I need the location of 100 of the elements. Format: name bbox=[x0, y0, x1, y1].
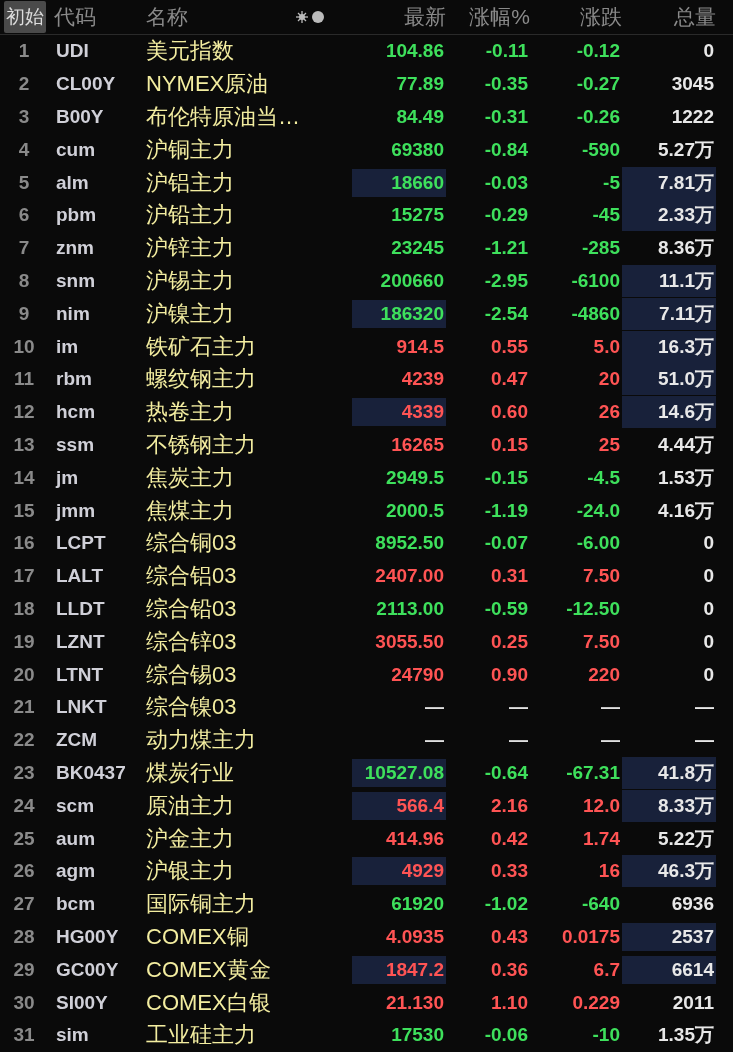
change-cell-text: 5.0 bbox=[592, 334, 621, 359]
volume-cell-text: 0 bbox=[702, 531, 715, 556]
price-cell-text: 2113.00 bbox=[375, 596, 445, 621]
instrument-name: NYMEX原油 bbox=[145, 70, 270, 99]
change-percent-cell-text: 2.16 bbox=[490, 793, 529, 818]
change-percent-cell-text: -1.19 bbox=[483, 498, 529, 523]
row-number: 19 bbox=[12, 630, 36, 653]
volume-cell: 51.0万 bbox=[622, 363, 716, 396]
change-cell-text: -10 bbox=[591, 1023, 621, 1048]
volume-cell-text: 0 bbox=[702, 629, 715, 654]
price-cell: 566.4 bbox=[352, 791, 446, 820]
symbol-code: scm bbox=[55, 794, 96, 817]
row-number: 6 bbox=[17, 204, 31, 227]
instrument-name: 焦煤主力 bbox=[145, 496, 235, 525]
symbol-code: jmm bbox=[54, 499, 97, 522]
change-cell-text: -285 bbox=[580, 236, 621, 261]
column-header[interactable]: 名称 bbox=[146, 3, 188, 31]
change-cell-text: -67.31 bbox=[565, 760, 621, 785]
volume-cell-text: 1.53万 bbox=[657, 465, 715, 490]
symbol-code: GC00Y bbox=[55, 958, 120, 981]
volume-cell-text: 1222 bbox=[670, 105, 715, 129]
change-cell-text: 7.50 bbox=[582, 564, 621, 589]
change-percent-cell-text: 0.43 bbox=[490, 924, 529, 949]
change-cell-text: -24.0 bbox=[575, 498, 621, 523]
price-cell-text: 16265 bbox=[390, 432, 445, 457]
instrument-name: COMEX黄金 bbox=[145, 955, 272, 984]
volume-cell-text: 0 bbox=[702, 596, 715, 621]
change-percent-cell-text: 0.47 bbox=[490, 367, 529, 392]
change-cell-text: 220 bbox=[587, 662, 621, 687]
symbol-code: aum bbox=[55, 827, 97, 850]
column-header[interactable]: 总量 bbox=[622, 3, 716, 31]
change-percent-cell-text: 0.25 bbox=[490, 629, 529, 654]
column-header[interactable]: 最新 bbox=[330, 3, 446, 31]
column-header[interactable]: 涨幅% bbox=[446, 3, 530, 31]
reset-button[interactable]: 初始 bbox=[4, 1, 46, 33]
instrument-name: COMEX白银 bbox=[145, 988, 272, 1017]
instrument-name: 原油主力 bbox=[145, 791, 235, 820]
price-cell-text: 8952.50 bbox=[374, 531, 445, 556]
column-header[interactable]: 涨跌 bbox=[530, 3, 622, 31]
change-cell-text: 6.7 bbox=[592, 957, 621, 982]
row-number: 10 bbox=[12, 335, 36, 358]
change-percent-cell-text: -0.11 bbox=[484, 39, 529, 64]
instrument-name: 美元指数 bbox=[145, 37, 235, 66]
change-cell-text: -0.12 bbox=[575, 39, 621, 64]
row-number: 30 bbox=[12, 991, 36, 1014]
row-number: 5 bbox=[17, 171, 31, 194]
instrument-name: 沪铝主力 bbox=[145, 168, 235, 197]
instrument-name: 沪铅主力 bbox=[145, 201, 235, 230]
instrument-name: 热卷主力 bbox=[145, 398, 235, 427]
row-number: 2 bbox=[17, 73, 31, 96]
symbol-code: ssm bbox=[55, 433, 96, 456]
symbol-code: im bbox=[55, 335, 80, 358]
price-cell-text: 69380 bbox=[390, 137, 445, 162]
change-percent-cell-text: 0.15 bbox=[490, 432, 529, 457]
row-number: 3 bbox=[17, 106, 31, 128]
volume-cell-text: 0 bbox=[702, 662, 715, 687]
sun-dot-icon[interactable] bbox=[296, 10, 326, 24]
change-cell-text: 12.0 bbox=[582, 793, 621, 818]
symbol-code: LZNT bbox=[55, 630, 106, 653]
price-cell-text: 61920 bbox=[390, 892, 445, 917]
instrument-name: 综合铅03 bbox=[145, 594, 238, 623]
price-cell-text: 4.0935 bbox=[384, 924, 445, 949]
change-percent-cell-text: -0.35 bbox=[483, 72, 529, 97]
price-cell-text: 4239 bbox=[400, 367, 445, 392]
instrument-name: 不锈钢主力 bbox=[145, 430, 257, 459]
change-cell-text: -6.00 bbox=[575, 531, 621, 556]
price-cell: 18660 bbox=[352, 168, 446, 197]
price-cell-text: 914.5 bbox=[395, 334, 445, 359]
symbol-code: znm bbox=[55, 237, 95, 260]
row-number: 21 bbox=[12, 696, 36, 719]
instrument-name: 综合镍03 bbox=[145, 693, 238, 722]
symbol-code: UDI bbox=[55, 40, 90, 63]
change-cell-text: -12.50 bbox=[565, 596, 621, 621]
change-cell-text: 7.50 bbox=[582, 629, 621, 654]
change-percent-cell-text: -1.21 bbox=[483, 236, 529, 261]
volume-cell: 2.33万 bbox=[622, 199, 716, 232]
change-cell-text: -6100 bbox=[570, 268, 621, 293]
price-cell-text: 77.89 bbox=[395, 72, 445, 97]
row-number: 31 bbox=[12, 1024, 36, 1047]
instrument-name: 国际铜主力 bbox=[145, 890, 257, 919]
column-header[interactable]: 代码 bbox=[48, 3, 140, 31]
volume-cell: 2537 bbox=[622, 922, 716, 951]
change-cell-text: 25 bbox=[597, 432, 621, 457]
change-cell-text: 26 bbox=[597, 400, 621, 425]
symbol-code: agm bbox=[55, 860, 97, 883]
price-cell-text: 104.86 bbox=[384, 39, 445, 64]
price-cell: 4339 bbox=[352, 398, 446, 427]
change-percent-cell-text: 0.90 bbox=[490, 662, 529, 687]
change-percent-cell-text: -2.95 bbox=[483, 268, 529, 293]
volume-cell-text: 0 bbox=[702, 39, 715, 64]
change-percent-cell-text: -0.31 bbox=[483, 105, 529, 129]
symbol-code: LCPT bbox=[55, 532, 107, 555]
row-number: 13 bbox=[12, 433, 36, 456]
change-cell-text: 0.229 bbox=[571, 990, 621, 1015]
price-cell-text: 21.130 bbox=[384, 990, 445, 1015]
volume-cell-text: 4.16万 bbox=[657, 498, 715, 523]
change-cell-text: -0.27 bbox=[575, 72, 621, 97]
volume-cell: 16.3万 bbox=[622, 330, 716, 363]
instrument-name: 沪金主力 bbox=[145, 824, 235, 853]
price-cell-text: 84.49 bbox=[395, 105, 445, 129]
